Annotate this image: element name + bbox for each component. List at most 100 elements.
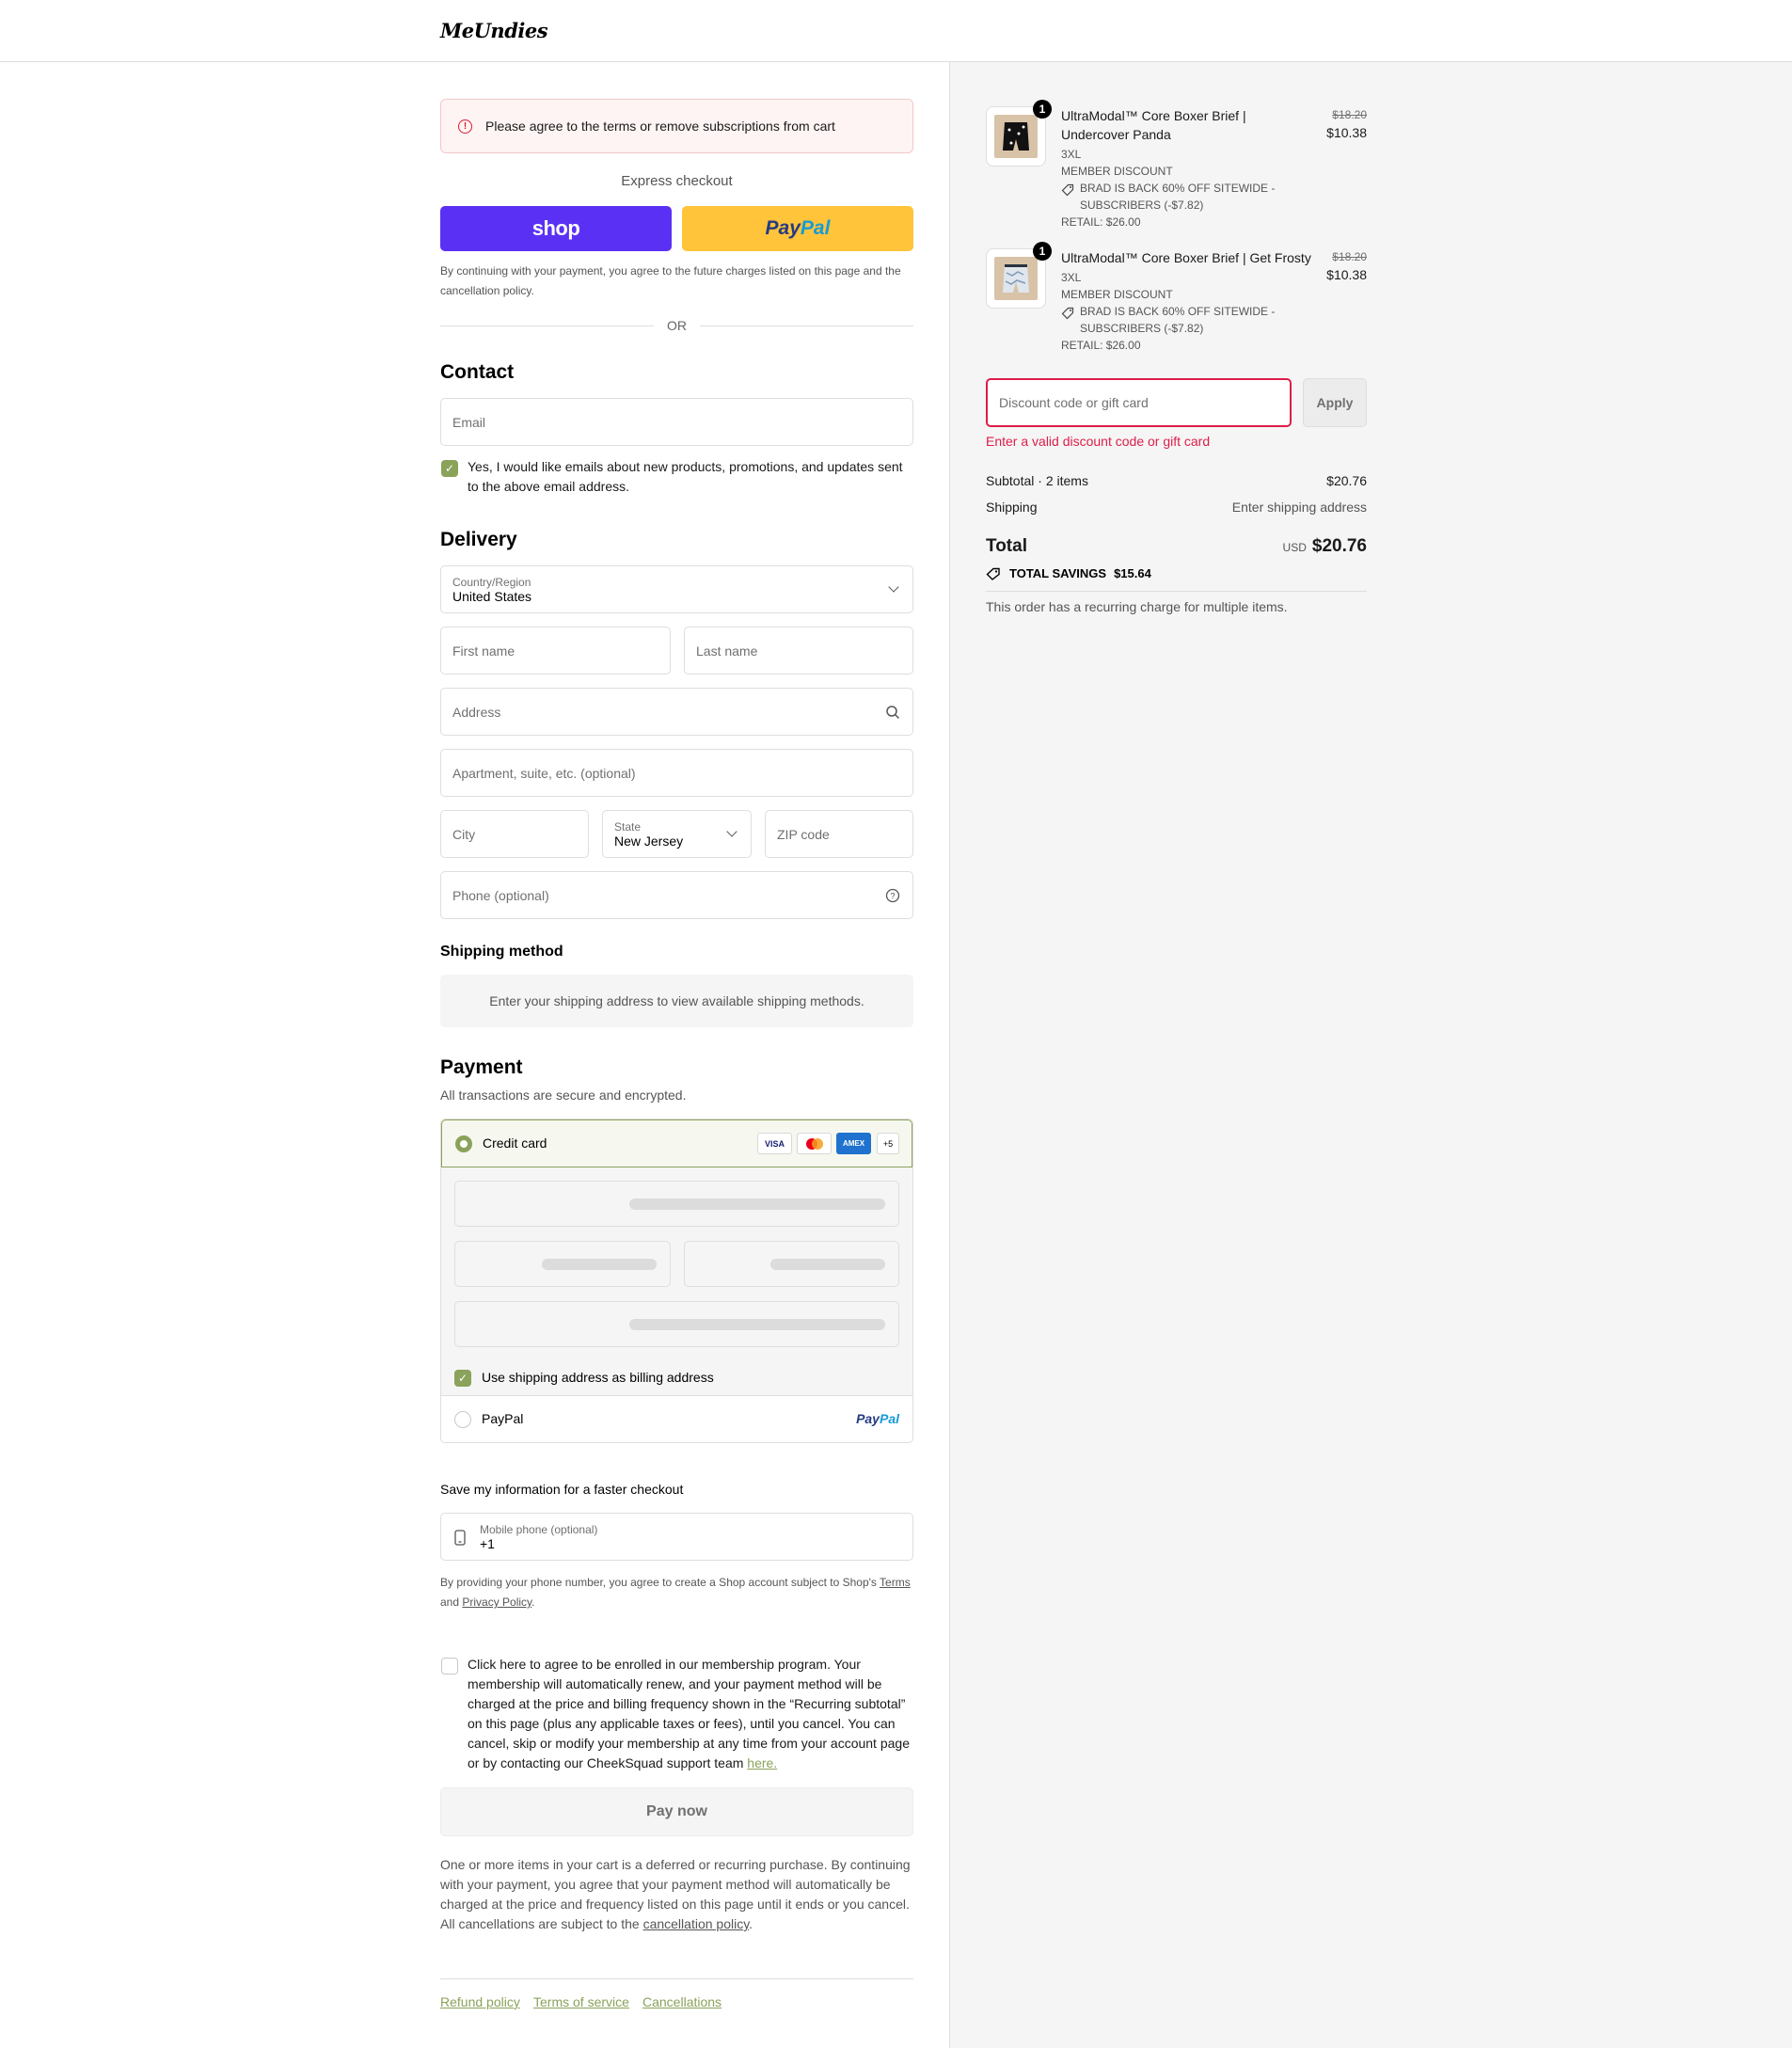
mobile-phone-field[interactable]: Mobile phone (optional) +1 [440, 1513, 913, 1561]
paypal-option[interactable]: PayPal PayPal [441, 1395, 912, 1442]
item-price: $10.38 [1326, 125, 1367, 140]
express-checkout-title: Express checkout [621, 173, 733, 189]
payment-subtitle: All transactions are secure and encrypte… [440, 1088, 687, 1103]
summary-divider [986, 591, 1367, 592]
shipping-label: Shipping [986, 500, 1038, 515]
credit-card-radio[interactable] [455, 1135, 472, 1152]
retail-price: RETAIL: $26.00 [1061, 339, 1141, 352]
credit-card-form: ✓ Use shipping address as billing addres… [441, 1167, 912, 1395]
express-notice: By continuing with your payment, you agr… [440, 264, 901, 297]
quantity-badge: 1 [1033, 242, 1052, 261]
paypal-logo-pay: Pay [765, 217, 801, 239]
cancellations-link[interactable]: Cancellations [642, 1994, 722, 2009]
chevron-down-icon [726, 826, 737, 837]
name-on-card-field[interactable] [454, 1301, 899, 1347]
membership-agreement: Click here to agree to be enrolled in ou… [468, 1657, 910, 1770]
shipping-method-heading: Shipping method [440, 944, 563, 960]
cancellation-policy-link[interactable]: cancellation policy [643, 1916, 750, 1931]
amex-icon: AMEX [836, 1133, 871, 1154]
paypal-radio[interactable] [454, 1411, 471, 1428]
credit-card-label: Credit card [483, 1135, 547, 1151]
privacy-policy-link[interactable]: Privacy Policy [462, 1596, 531, 1609]
original-price: $18.20 [1332, 108, 1367, 121]
expiration-field[interactable] [454, 1241, 671, 1287]
shop-account-notice: By providing your phone number, you agre… [440, 1576, 911, 1609]
address-field[interactable]: Address [440, 688, 913, 736]
total-savings: TOTAL SAVINGS $15.64 [986, 566, 1151, 580]
billing-same-label: Use shipping address as billing address [482, 1370, 714, 1385]
card-number-field[interactable] [454, 1181, 899, 1227]
paypal-logo: PayPal [856, 1411, 899, 1426]
recurring-note: This order has a recurring charge for mu… [986, 599, 1288, 614]
shipping-value: Enter shipping address [1231, 500, 1367, 515]
total-value: $20.76 [1311, 536, 1367, 556]
product-size: 3XL [1061, 271, 1082, 284]
terms-of-service-link[interactable]: Terms of service [533, 1994, 629, 2009]
paypal-logo-pal: Pal [800, 217, 831, 239]
paypal-label: PayPal [482, 1411, 524, 1426]
header: MeUndies [0, 0, 1792, 62]
newsletter-label: Yes, I would like emails about new produ… [468, 459, 903, 494]
phone-field[interactable]: Phone (optional) ? [440, 871, 913, 919]
product-name: UltraModal™ Core Boxer Brief | Undercove… [1061, 108, 1246, 142]
search-icon [886, 706, 900, 720]
product-size: 3XL [1061, 148, 1082, 161]
mobile-phone-icon [454, 1530, 466, 1546]
product-name: UltraModal™ Core Boxer Brief | Get Frost… [1061, 250, 1311, 265]
credit-card-option[interactable]: Credit card VISA AMEX +5 [441, 1119, 912, 1167]
first-name-field[interactable]: First name [440, 627, 671, 675]
error-banner-text: Please agree to the terms or remove subs… [485, 119, 835, 134]
tag-icon [986, 567, 1000, 580]
zip-field[interactable]: ZIP code [765, 810, 913, 858]
apply-discount-button[interactable]: Apply [1303, 378, 1367, 427]
recurring-purchase-notice: One or more items in your cart is a defe… [440, 1857, 911, 1931]
error-banner: ! Please agree to the terms or remove su… [440, 99, 913, 153]
delivery-heading: Delivery [440, 529, 517, 550]
pay-now-button[interactable]: Pay now [440, 1787, 913, 1836]
billing-same-checkbox[interactable]: ✓ [454, 1370, 471, 1387]
subtotal-value: $20.76 [1326, 473, 1367, 488]
member-discount: MEMBER DISCOUNT [1061, 288, 1173, 301]
discount-code-input[interactable]: Discount code or gift card [986, 378, 1292, 427]
state-select[interactable]: State New Jersey [602, 810, 752, 858]
item-price: $10.38 [1326, 267, 1367, 282]
member-discount: MEMBER DISCOUNT [1061, 165, 1173, 178]
cart-item: 1 UltraModal™ Core Boxer Brief | Get Fro… [986, 242, 1367, 371]
payment-heading: Payment [440, 1056, 523, 1078]
promo-discount: BRAD IS BACK 60% OFF SITEWIDE - SUBSCRIB… [1080, 182, 1276, 212]
total-amount: USD $20.76 [1283, 536, 1367, 557]
security-code-field[interactable] [684, 1241, 899, 1287]
total-label: Total [986, 536, 1027, 556]
newsletter-checkbox[interactable]: ✓ [441, 460, 458, 477]
country-select[interactable]: Country/Region United States [440, 565, 913, 613]
support-link[interactable]: here. [747, 1755, 777, 1770]
email-field[interactable]: Email [440, 398, 913, 446]
tag-icon [1061, 183, 1074, 197]
meundies-logo[interactable]: MeUndies [440, 19, 548, 42]
more-cards-badge: +5 [877, 1133, 899, 1154]
payment-methods: Credit card VISA AMEX +5 ✓ Use shipping … [440, 1119, 913, 1443]
visa-icon: VISA [757, 1133, 792, 1154]
currency-code: USD [1282, 541, 1307, 554]
discount-error: Enter a valid discount code or gift card [986, 434, 1211, 449]
last-name-field[interactable]: Last name [684, 627, 913, 675]
refund-policy-link[interactable]: Refund policy [440, 1994, 520, 2009]
alert-circle-icon: ! [458, 119, 472, 134]
apartment-field[interactable]: Apartment, suite, etc. (optional) [440, 749, 913, 797]
subtotal-label: Subtotal · 2 items [986, 473, 1088, 488]
chevron-down-icon [888, 581, 899, 593]
paypal-express-button[interactable]: Pay Pal [682, 206, 913, 251]
shop-pay-button[interactable]: shop [440, 206, 672, 251]
promo-discount: BRAD IS BACK 60% OFF SITEWIDE - SUBSCRIB… [1080, 305, 1276, 335]
shop-terms-link[interactable]: Terms [880, 1576, 911, 1589]
footer-divider [440, 1978, 913, 1979]
cart-item: 1 UltraModal™ Core Boxer Brief | Underco… [986, 100, 1367, 229]
help-circle-icon[interactable]: ? [885, 888, 900, 903]
mastercard-icon [797, 1133, 832, 1154]
tag-icon [1061, 307, 1074, 320]
svg-text:?: ? [890, 892, 895, 901]
membership-checkbox[interactable] [441, 1658, 458, 1675]
save-info-heading: Save my information for a faster checkou… [440, 1482, 684, 1497]
shipping-method-placeholder: Enter your shipping address to view avai… [440, 975, 913, 1027]
city-field[interactable]: City [440, 810, 589, 858]
